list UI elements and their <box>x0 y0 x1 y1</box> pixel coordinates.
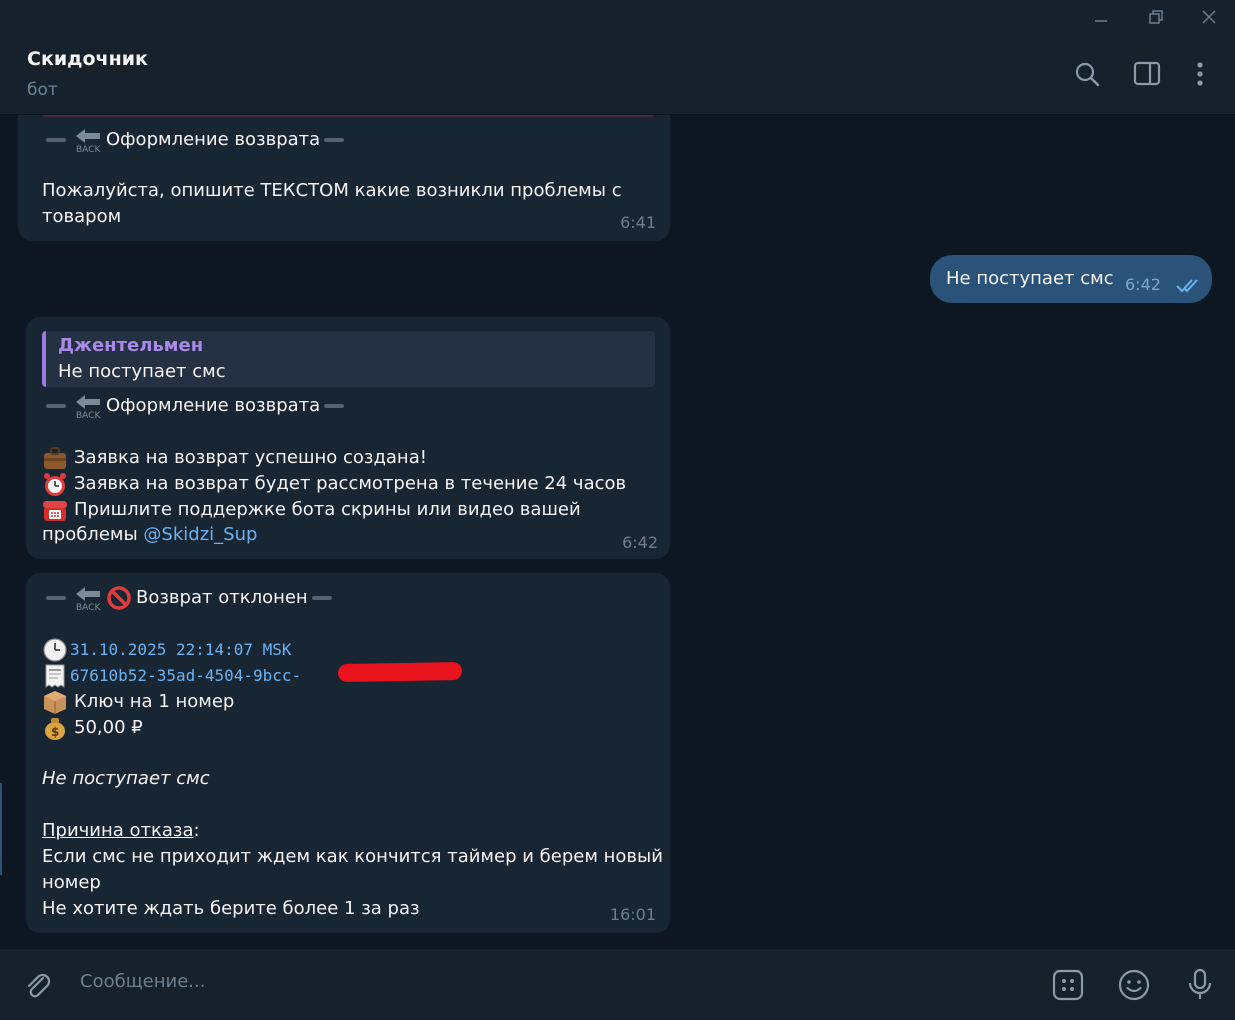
chat-title: Скидочник <box>27 48 148 70</box>
message-bubble-outgoing[interactable]: Не поступает смс 6:42 <box>930 255 1212 303</box>
message-header-row: BACK Оформление возврата <box>42 127 348 155</box>
message-header-row: BACK Возврат отклонен <box>42 585 336 613</box>
svg-text:BACK: BACK <box>76 145 101 153</box>
quote-author: Джентельмен <box>58 335 204 356</box>
message-text-line: Ключ на 1 номер <box>42 689 234 715</box>
money-bag-icon: $ <box>42 715 68 741</box>
message-text-line: Если смс не приходит ждем как кончится т… <box>42 846 663 867</box>
briefcase-icon <box>42 445 68 471</box>
order-date[interactable]: 31.10.2025 22:14:07 MSK <box>70 640 292 659</box>
divider-dash <box>46 596 66 600</box>
minimize-icon <box>1095 20 1107 22</box>
divider-dash <box>46 404 66 408</box>
voice-record-button[interactable] <box>1180 965 1220 1005</box>
chat-header[interactable]: Скидочник бот <box>0 34 1235 115</box>
message-time: 6:41 <box>620 213 656 232</box>
read-check-icon <box>1176 279 1198 293</box>
divider-dash <box>46 138 66 142</box>
microphone-icon <box>1188 968 1212 999</box>
minimize-button[interactable] <box>1074 0 1128 34</box>
scroll-indicator <box>0 783 2 875</box>
message-input[interactable]: Сообщение... <box>80 971 205 992</box>
back-arrow-icon: BACK <box>74 393 102 421</box>
message-text-line: товаром <box>42 206 122 227</box>
close-icon <box>1202 10 1216 24</box>
message-text-line: проблемы @Skidzi_Sup <box>42 524 258 545</box>
svg-text:BACK: BACK <box>76 411 101 419</box>
message-text-line: Пришлите поддержке бота скрины или видео… <box>42 497 581 523</box>
sidebar-panel-icon <box>1133 61 1161 86</box>
divider-dash <box>324 138 345 142</box>
svg-text:BACK: BACK <box>76 603 101 611</box>
attach-button[interactable] <box>18 965 58 1005</box>
alarm-clock-icon <box>42 471 68 497</box>
bot-commands-button[interactable] <box>1048 965 1088 1005</box>
message-text-line: $50,00 ₽ <box>42 715 143 741</box>
reason-label: Причина отказа <box>42 820 194 841</box>
search-button[interactable] <box>1067 54 1107 94</box>
message-bubble-incoming[interactable]: Джентельмен Не поступает смс BACK Оформле… <box>26 317 670 559</box>
message-time: 6:42 <box>622 533 658 552</box>
back-arrow-icon: BACK <box>74 127 102 155</box>
message-header-text: Возврат отклонен <box>136 587 308 608</box>
message-time: 6:42 <box>1125 275 1161 294</box>
svg-text:$: $ <box>51 725 59 739</box>
prohibited-icon <box>106 585 132 611</box>
search-icon <box>1075 62 1100 87</box>
message-text-line: Пожалуйста, опишите ТЕКСТОМ какие возник… <box>42 180 622 201</box>
sidebar-toggle-button[interactable] <box>1127 54 1167 94</box>
message-bubble-incoming[interactable]: BACK Оформление возврата Пожалуйста, опиш… <box>18 115 670 241</box>
close-button[interactable] <box>1182 0 1235 34</box>
emoji-button[interactable] <box>1114 965 1154 1005</box>
message-header-text: Оформление возврата <box>106 395 321 416</box>
message-header-row: BACK Оформление возврата <box>42 393 348 421</box>
divider-dash <box>324 404 345 408</box>
message-time: 16:01 <box>609 905 656 924</box>
divider-dash <box>311 596 332 600</box>
package-icon <box>42 689 68 715</box>
user-comment: Не поступает смс <box>42 768 210 789</box>
restore-button[interactable] <box>1129 0 1183 34</box>
restore-icon <box>1149 10 1163 24</box>
message-text: Не поступает смс <box>946 268 1114 289</box>
paperclip-icon <box>27 973 51 998</box>
quote-text: Не поступает смс <box>58 361 226 382</box>
mention-link[interactable]: @Skidzi_Sup <box>143 524 257 545</box>
back-arrow-icon: BACK <box>74 585 102 613</box>
clock-icon <box>42 637 68 663</box>
message-text-line: 31.10.2025 22:14:07 MSK <box>42 637 292 663</box>
message-text-line: Заявка на возврат будет рассмотрена в те… <box>42 471 626 497</box>
redaction-mark <box>337 661 463 683</box>
message-composer: Сообщение... <box>0 948 1235 1020</box>
message-text-line: Заявка на возврат успешно создана! <box>42 445 427 471</box>
reply-quote[interactable]: Джентельмен Не поступает смс <box>42 331 655 387</box>
message-text-line: Не хотите ждать берите более 1 за раз <box>42 898 420 919</box>
more-options-button[interactable] <box>1180 54 1220 94</box>
clipped-previous-content <box>42 115 654 117</box>
telephone-icon <box>42 497 68 523</box>
message-text-line: 67610b52-35ad-4504-9bcc- <box>42 663 301 689</box>
message-header-text: Оформление возврата <box>106 129 321 150</box>
order-id[interactable]: 67610b52-35ad-4504-9bcc- <box>70 666 301 685</box>
more-vertical-icon <box>1197 62 1203 86</box>
smile-icon <box>1118 969 1150 1001</box>
message-list[interactable]: BACK Оформление возврата Пожалуйста, опиш… <box>0 115 1235 947</box>
receipt-icon <box>42 663 68 689</box>
commands-grid-icon <box>1052 969 1084 1001</box>
window-titlebar <box>0 0 1235 34</box>
chat-subtitle: бот <box>27 80 58 100</box>
message-text-line: Причина отказа: <box>42 820 200 841</box>
message-bubble-incoming[interactable]: BACK Возврат отклонен 31.10.2025 22:14:07… <box>26 573 670 933</box>
message-text-line: номер <box>42 872 101 893</box>
